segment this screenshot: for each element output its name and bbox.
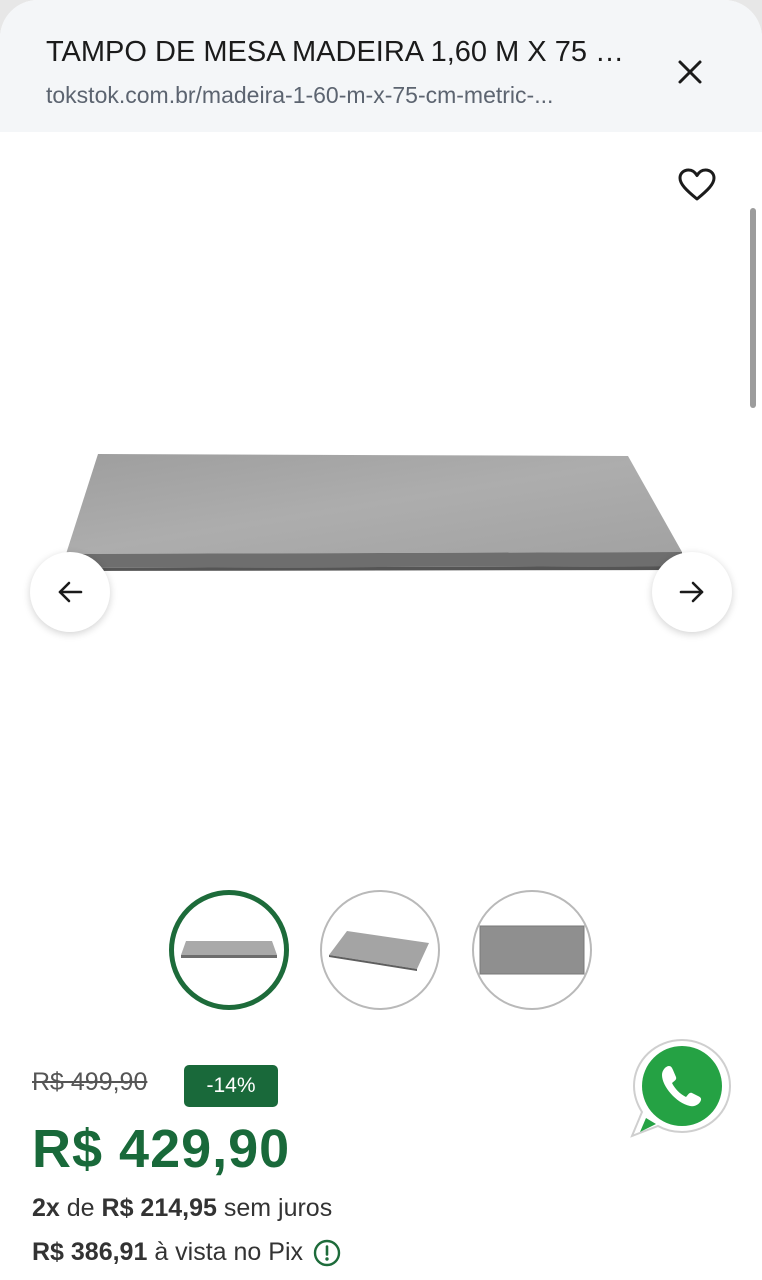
arrow-left-icon — [58, 581, 83, 603]
thumbnail-2[interactable] — [320, 890, 440, 1010]
scrollbar[interactable] — [750, 208, 756, 408]
page-url[interactable]: tokstok.com.br/madeira-1-60-m-x-75-cm-me… — [46, 82, 636, 109]
product-image — [60, 440, 700, 590]
page-title: TAMPO DE MESA MADEIRA 1,60 M X 75 CM MET… — [46, 36, 636, 68]
installments-suffix: sem juros — [216, 1194, 333, 1222]
pix-price-line: R$ 386,91 à vista no Pix — [32, 1238, 341, 1267]
installments-text: 2x de R$ 214,95 sem juros — [32, 1194, 332, 1223]
whatsapp-button[interactable] — [626, 1034, 738, 1142]
installments-count: 2x — [32, 1194, 60, 1222]
thumbnail-image — [329, 931, 429, 971]
discount-badge: -14% — [184, 1065, 278, 1107]
thumbnail-1[interactable] — [169, 890, 289, 1010]
arrow-right-icon — [679, 581, 704, 603]
next-image-button[interactable] — [652, 552, 732, 632]
heart-outline-icon — [678, 168, 716, 201]
thumbnail-image — [181, 941, 277, 958]
installment-value: R$ 214,95 — [101, 1194, 217, 1222]
favorite-button[interactable] — [672, 160, 722, 210]
whatsapp-icon — [630, 1038, 732, 1138]
current-price: R$ 429,90 — [32, 1119, 291, 1179]
prev-image-button[interactable] — [30, 552, 110, 632]
info-circle-icon[interactable] — [313, 1239, 341, 1267]
close-icon — [678, 60, 702, 84]
product-sheet: TAMPO DE MESA MADEIRA 1,60 M X 75 CM MET… — [0, 0, 762, 1280]
close-button[interactable] — [668, 50, 712, 94]
pix-suffix: à vista no Pix — [147, 1238, 304, 1266]
installments-de: de — [59, 1194, 102, 1222]
browser-header: TAMPO DE MESA MADEIRA 1,60 M X 75 CM MET… — [0, 0, 762, 132]
thumbnail-3[interactable] — [472, 890, 592, 1010]
pix-price: R$ 386,91 — [32, 1238, 148, 1266]
old-price: R$ 499,90 — [32, 1068, 148, 1096]
thumbnail-image — [479, 925, 585, 975]
